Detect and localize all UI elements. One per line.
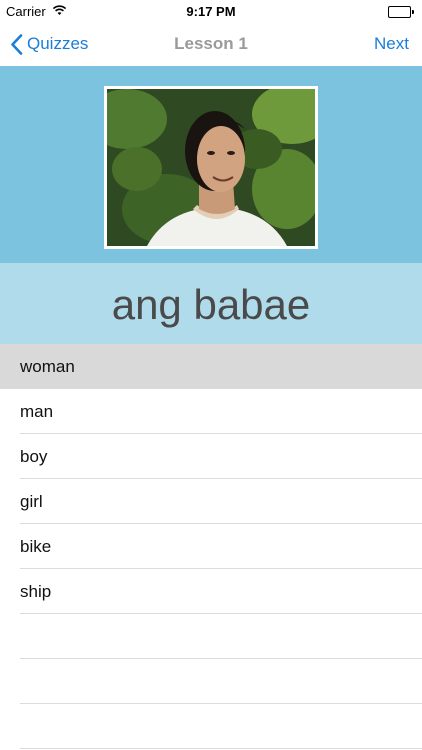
back-button[interactable]: Quizzes (10, 32, 88, 56)
answer-label: boy (20, 447, 48, 466)
empty-row (0, 659, 422, 704)
question-word: ang babae (111, 281, 311, 328)
answer-option-bike[interactable]: bike (0, 524, 422, 569)
answer-option-ship[interactable]: ship (0, 569, 422, 614)
next-button[interactable]: Next (374, 34, 409, 54)
word-panel: ang babae (0, 263, 422, 344)
question-photo (104, 86, 318, 249)
navigation-bar: Quizzes Lesson 1 Next (0, 22, 422, 66)
woman-portrait-photo (107, 89, 315, 246)
photo-panel (0, 66, 422, 263)
battery-icon (388, 6, 414, 18)
answer-option-girl[interactable]: girl (0, 479, 422, 524)
answer-label: woman (20, 357, 75, 376)
answer-option-woman[interactable]: woman (0, 344, 422, 389)
back-button-label: Quizzes (27, 34, 89, 53)
answer-label: bike (20, 537, 52, 556)
answer-label: ship (20, 582, 52, 601)
answer-option-man[interactable]: man (0, 389, 422, 434)
row-divider (20, 748, 422, 749)
status-bar: Carrier 9:17 PM (0, 0, 422, 22)
empty-row (0, 704, 422, 749)
chevron-left-icon (11, 33, 23, 55)
answer-label: man (20, 402, 54, 421)
answer-label: girl (20, 492, 43, 511)
answer-option-boy[interactable]: boy (0, 434, 422, 479)
answer-list: woman man boy girl bike ship (0, 344, 422, 749)
clock: 9:17 PM (186, 4, 236, 19)
empty-row (0, 614, 422, 659)
